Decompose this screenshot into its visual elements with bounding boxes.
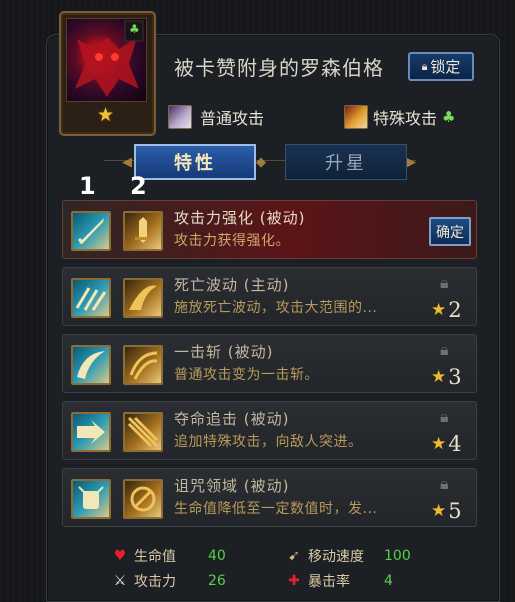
crosshair-icon: ✚	[288, 573, 300, 589]
skill-name: 死亡波动 (主动)	[174, 276, 290, 294]
tab-upgrade[interactable]: 升星	[285, 144, 407, 180]
dash-skill-icon	[71, 412, 111, 452]
required-stars: ★ 4	[431, 432, 462, 456]
stat-label: 暴击率	[308, 574, 350, 590]
lock-button[interactable]: 🔒︎ 锁定	[408, 52, 474, 81]
stat-value: 100	[384, 548, 411, 564]
curse-skill-icon	[123, 479, 163, 519]
special-attack-label: 特殊攻击	[373, 109, 438, 128]
required-stars-value: 3	[448, 365, 462, 389]
skill-name: 夺命追击 (被动)	[174, 410, 290, 428]
star-icon: ★	[96, 104, 115, 126]
lock-button-label: 锁定	[430, 58, 461, 76]
tab-ornament-left: ◀	[122, 155, 132, 170]
stat-label: 攻击力	[134, 574, 176, 590]
sword-skill-icon	[71, 211, 111, 251]
sword-icon: ⚔	[113, 573, 127, 589]
stat-attack: ⚔ 攻击力 26	[112, 571, 226, 591]
leaf-icon: ♣	[129, 22, 140, 36]
special-attack[interactable]: 特殊攻击 ♣	[344, 105, 455, 129]
stat-hp: ♥ 生命值 40	[112, 546, 226, 566]
tab-ornament-right: ▶	[406, 155, 416, 170]
lock-icon: 🔒︎	[440, 407, 449, 426]
required-stars-value: 4	[448, 432, 462, 456]
wave-skill-icon	[123, 278, 163, 318]
slash-skill-icon	[71, 345, 111, 385]
heart-icon: ♥	[113, 548, 127, 564]
confirm-button[interactable]: 确定	[429, 217, 471, 246]
star-icon: ★	[431, 501, 447, 521]
strike-skill-icon	[123, 345, 163, 385]
character-portrait-image: ♣	[66, 18, 147, 102]
character-portrait[interactable]: ♣ ★	[59, 11, 156, 136]
lock-icon: 🔒︎	[440, 273, 449, 292]
lock-icon: 🔒︎	[440, 340, 449, 359]
stat-value: 26	[208, 573, 226, 589]
required-stars: ★ 3	[431, 365, 462, 389]
star-icon: ★	[431, 367, 447, 387]
skill-description: 施放死亡波动，攻击大范围的...	[174, 300, 378, 316]
normal-attack-label: 普通攻击	[200, 109, 265, 128]
special-attack-icon	[344, 105, 368, 129]
required-stars-value: 2	[448, 298, 462, 322]
required-stars: ★ 5	[431, 499, 462, 523]
claw-skill-icon	[71, 278, 111, 318]
blade-skill-icon	[123, 211, 163, 251]
tab-trait[interactable]: 特性	[134, 144, 256, 180]
skill-description: 追加特殊攻击，向敌人突进。	[174, 434, 363, 450]
required-stars-value: 5	[448, 499, 462, 523]
column-number-1: 1	[79, 172, 96, 200]
skill-row[interactable]: 一击斩 (被动) 普通攻击变为一击斩。 🔒︎ ★ 3	[62, 334, 477, 393]
skill-description: 攻击力获得强化。	[174, 233, 290, 249]
skill-row[interactable]: 死亡波动 (主动) 施放死亡波动，攻击大范围的... 🔒︎ ★ 2	[62, 267, 477, 326]
padlock-icon: 🔒︎	[421, 59, 428, 73]
stat-label: 移动速度	[308, 549, 364, 565]
star-icon: ★	[431, 434, 447, 454]
column-number-2: 2	[130, 172, 147, 200]
character-name: 被卡赞附身的罗森伯格	[174, 56, 384, 80]
required-stars: ★ 2	[431, 298, 462, 322]
skill-row[interactable]: 攻击力强化 (被动) 攻击力获得强化。 确定	[62, 200, 477, 259]
star-icon: ★	[431, 300, 447, 320]
skill-row[interactable]: 诅咒领域 (被动) 生命值降低至一定数值时，发... 🔒︎ ★ 5	[62, 468, 477, 527]
skill-row[interactable]: 夺命追击 (被动) 追加特殊攻击，向敌人突进。 🔒︎ ★ 4	[62, 401, 477, 460]
skill-name: 攻击力强化 (被动)	[174, 209, 306, 227]
stat-label: 生命值	[134, 549, 176, 565]
fist-skill-icon	[71, 479, 111, 519]
skill-name: 一击斩 (被动)	[174, 343, 274, 361]
leaf-icon: ♣	[442, 108, 456, 126]
normal-attack-icon	[168, 105, 192, 129]
skill-description: 普通攻击变为一击斩。	[174, 367, 319, 383]
tab-ornament-middle: ◆	[256, 155, 266, 170]
stat-crit: ✚ 暴击率 4	[286, 571, 393, 591]
lock-icon: 🔒︎	[440, 474, 449, 493]
stat-value: 40	[208, 548, 226, 564]
normal-attack[interactable]: 普通攻击	[168, 105, 264, 129]
boot-icon: ➹	[288, 548, 300, 564]
stat-value: 4	[384, 573, 393, 589]
chase-skill-icon	[123, 412, 163, 452]
skill-name: 诅咒领域 (被动)	[174, 477, 290, 495]
skill-description: 生命值降低至一定数值时，发...	[174, 501, 378, 517]
stat-move-speed: ➹ 移动速度 100	[286, 546, 411, 566]
